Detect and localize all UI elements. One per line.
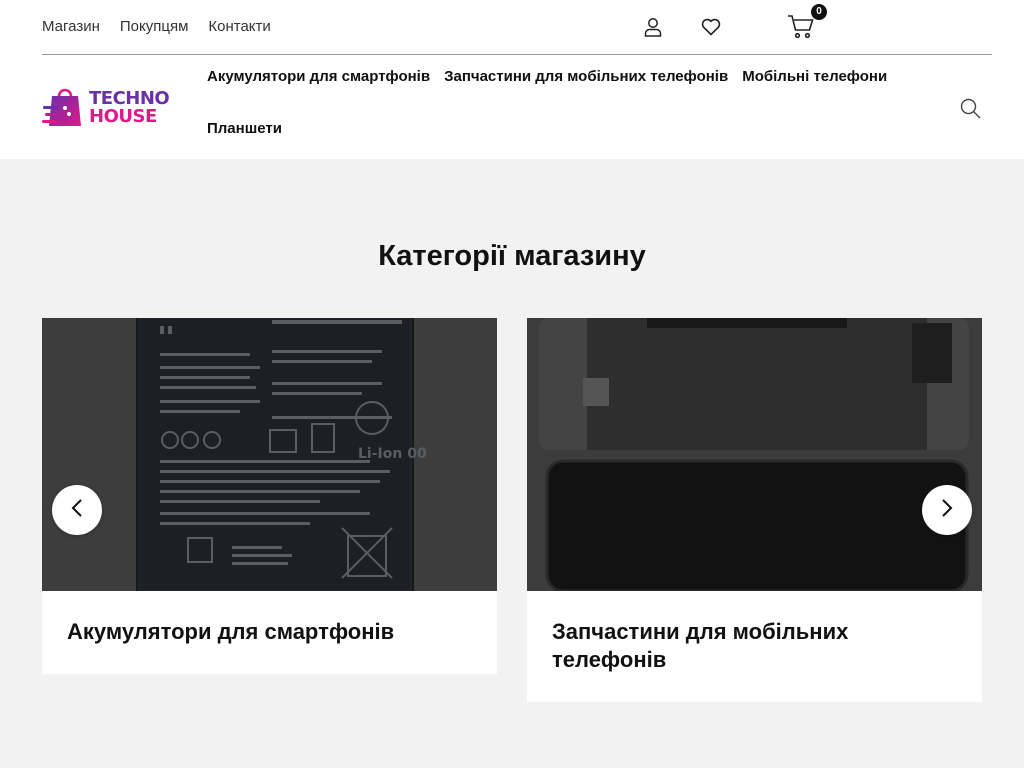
- main-nav: Акумулятори для смартфонів Запчастини дл…: [207, 66, 927, 140]
- category-title-spare-parts[interactable]: Запчастини для мобільних телефонів: [527, 591, 982, 702]
- site-header: Магазин Покупцям Контакти 0 TECHNO HOUSE…: [0, 0, 1024, 159]
- chevron-left-icon: [71, 498, 83, 522]
- nav-item-mobile-phones[interactable]: Мобільні телефони: [742, 66, 887, 88]
- heart-icon[interactable]: [698, 14, 724, 40]
- svg-text:Li-Ion 00: Li-Ion 00: [358, 446, 427, 462]
- carousel-prev-button[interactable]: [52, 485, 102, 535]
- category-card-batteries[interactable]: Li-Ion 00 Акумулятори для смартфонів: [42, 318, 497, 674]
- top-bar: Магазин Покупцям Контакти 0: [42, 0, 992, 55]
- top-link-contacts[interactable]: Контакти: [208, 17, 270, 37]
- site-logo[interactable]: TECHNO HOUSE: [42, 84, 174, 130]
- nav-item-batteries[interactable]: Акумулятори для смартфонів: [207, 66, 430, 88]
- category-card-spare-parts[interactable]: Запчастини для мобільних телефонів: [527, 318, 982, 702]
- search-icon[interactable]: [958, 96, 982, 120]
- top-link-customers[interactable]: Покупцям: [120, 17, 189, 37]
- chevron-right-icon: [941, 498, 953, 522]
- category-image-batteries: Li-Ion 00: [42, 318, 497, 591]
- logo-text: TECHNO HOUSE: [89, 90, 170, 127]
- logo-bag-icon: [42, 88, 81, 126]
- top-links: Магазин Покупцям Контакти: [42, 17, 271, 37]
- category-title-batteries[interactable]: Акумулятори для смартфонів: [42, 591, 497, 674]
- nav-item-spare-parts[interactable]: Запчастини для мобільних телефонів: [444, 66, 728, 88]
- carousel-next-button[interactable]: [922, 485, 972, 535]
- logo-line-2: HOUSE: [89, 106, 157, 127]
- section-title: Категорії магазину: [378, 240, 646, 272]
- cart-icon[interactable]: [786, 14, 816, 40]
- category-image-spare-parts: [527, 318, 982, 591]
- nav-item-tablets[interactable]: Планшети: [207, 118, 282, 140]
- top-link-shop[interactable]: Магазин: [42, 17, 100, 37]
- cart-count-badge: 0: [811, 4, 827, 20]
- user-icon[interactable]: [640, 14, 666, 40]
